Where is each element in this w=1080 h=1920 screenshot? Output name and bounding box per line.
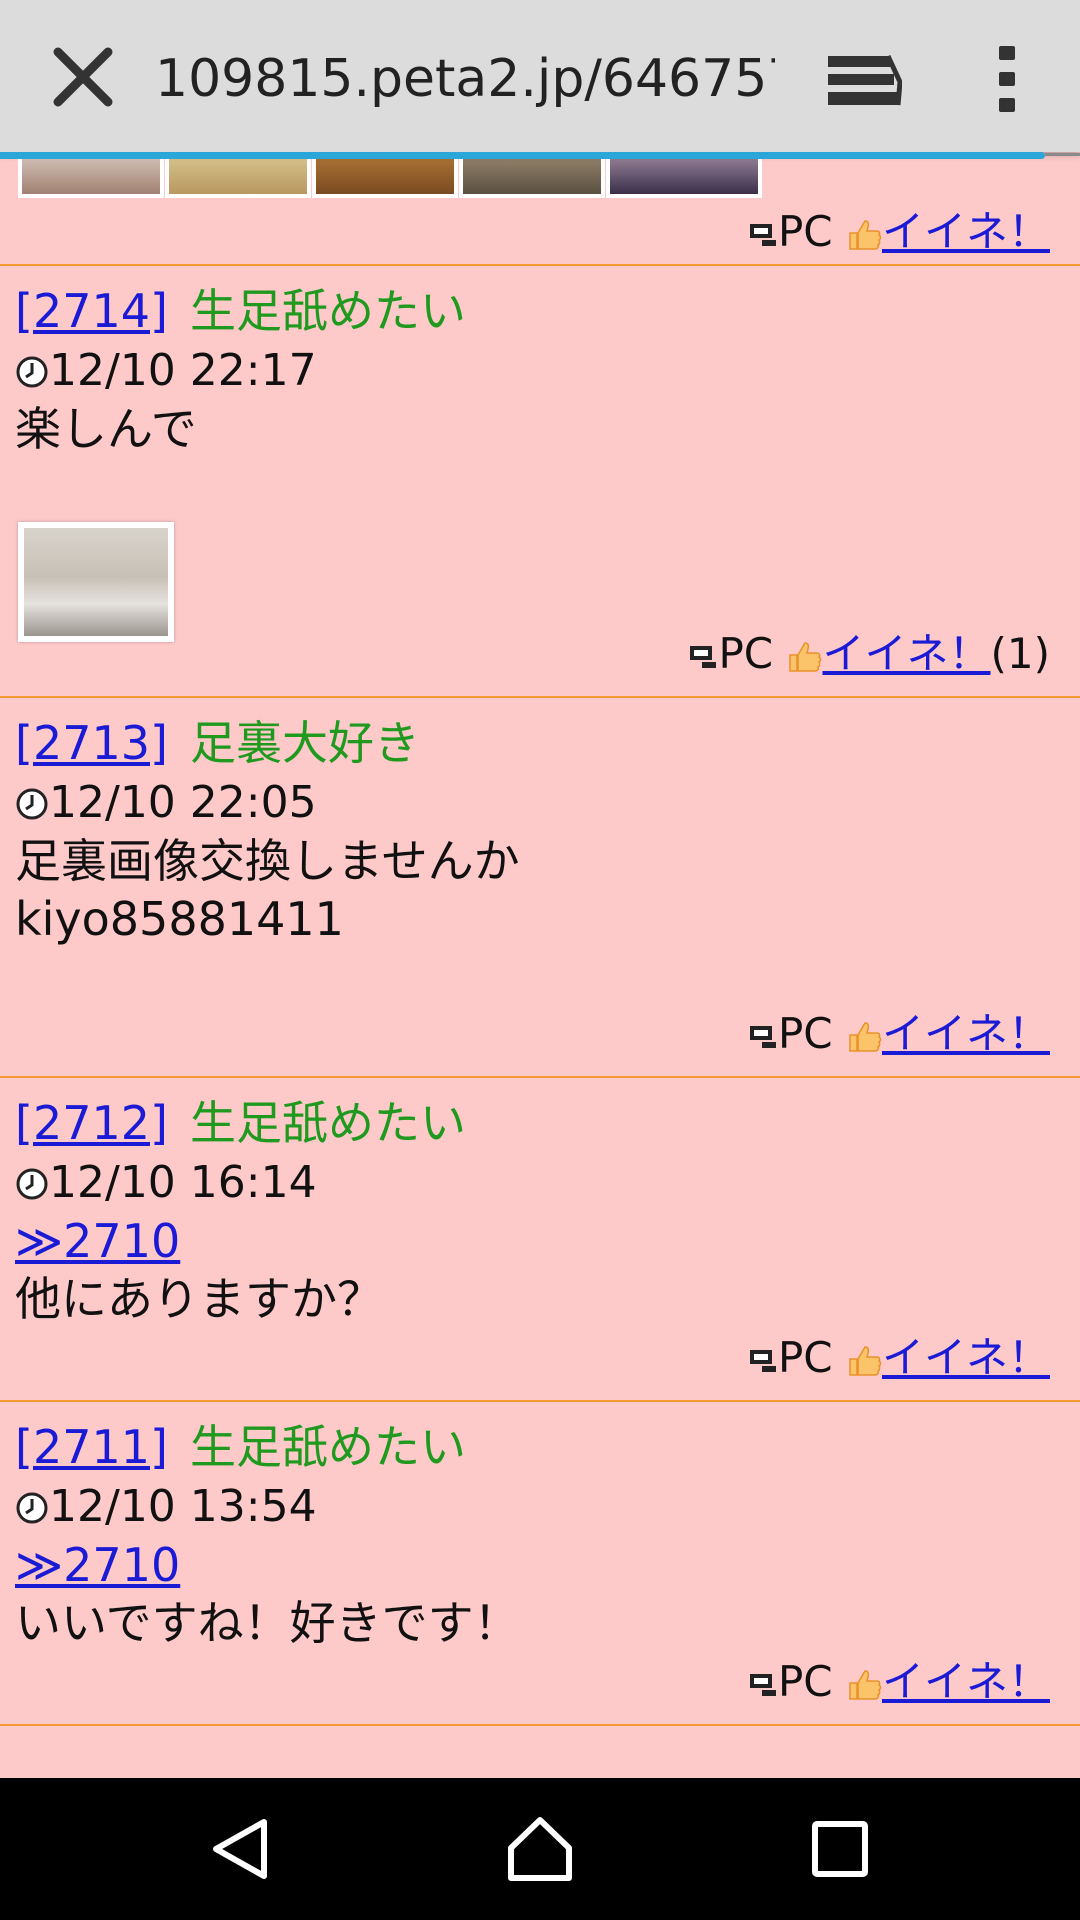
close-icon[interactable] [50, 44, 116, 110]
like-link[interactable]: イイネ！ [882, 1657, 1050, 1706]
post-timestamp: 12/10 13:54 [49, 1481, 317, 1532]
device-label: PC [777, 207, 833, 256]
pc-icon [690, 645, 717, 668]
pc-icon [749, 1025, 776, 1048]
post-footer: PC イイネ！ [0, 1002, 1080, 1066]
post-item: [2712] 生足舐めたい 12/10 16:14 ≫2710 他にありますか？ … [0, 1078, 1080, 1400]
poster-name: 生足舐めたい [189, 1096, 466, 1150]
more-vert-icon[interactable] [996, 44, 1018, 114]
device-label: PC [718, 629, 774, 678]
previous-post-thumbnails [0, 152, 1080, 200]
post-number-link[interactable]: [2712] [15, 1096, 168, 1150]
thumbs-up-icon [849, 1021, 882, 1052]
poster-name: 生足舐めたい [189, 1420, 466, 1474]
browser-toolbar: 109815.peta2.jp/646757.l [0, 0, 1080, 152]
system-nav-bar [0, 1778, 1080, 1920]
thumbs-up-icon [789, 641, 822, 672]
post-message: 楽しんで [15, 402, 197, 456]
post-divider [0, 1724, 1080, 1726]
device-label: PC [777, 1009, 833, 1058]
post-message: 他にありますか？ [15, 1272, 383, 1326]
pc-icon [749, 1349, 776, 1372]
post-number-link[interactable]: [2714] [15, 284, 168, 338]
clock-icon [16, 1492, 48, 1524]
pc-icon [749, 1673, 776, 1696]
like-link[interactable]: イイネ！ [822, 629, 990, 678]
tabs-icon[interactable] [826, 52, 902, 108]
post-timestamp: 12/10 22:17 [49, 345, 317, 396]
like-link[interactable]: イイネ！ [882, 207, 1050, 256]
device-label: PC [777, 1333, 833, 1382]
post-timestamp: 12/10 22:05 [49, 777, 317, 828]
back-icon[interactable] [206, 1814, 276, 1884]
post-footer: PC イイネ！ [0, 200, 1080, 264]
thumbs-up-icon [849, 1345, 882, 1376]
post-footer: PC イイネ！(1) [0, 622, 1080, 686]
post-number-link[interactable]: [2711] [15, 1420, 168, 1474]
recents-icon[interactable] [805, 1814, 875, 1884]
post-item: [2714] 生足舐めたい 12/10 22:17 楽しんで PC イイネ！(1) [0, 266, 1080, 696]
post-message: kiyo85881411 [15, 892, 344, 946]
home-icon[interactable] [505, 1814, 575, 1884]
post-item: [2713] 足裏大好き 12/10 22:05 足裏画像交換しませんか kiyo… [0, 698, 1080, 1076]
pc-icon [749, 223, 776, 246]
like-count: (1) [990, 629, 1051, 678]
poster-name: 生足舐めたい [189, 284, 466, 338]
thumbs-up-icon [849, 219, 882, 250]
clock-icon [16, 788, 48, 820]
reply-anchor-link[interactable]: ≫2710 [15, 1538, 180, 1592]
clock-icon [16, 356, 48, 388]
post-number-link[interactable]: [2713] [15, 716, 168, 770]
clock-icon [16, 1168, 48, 1200]
post-footer: PC イイネ！ [0, 1326, 1080, 1390]
url-bar[interactable]: 109815.peta2.jp/646757.l [155, 44, 775, 114]
reply-anchor-link[interactable]: ≫2710 [15, 1214, 180, 1268]
like-link[interactable]: イイネ！ [882, 1009, 1050, 1058]
page-load-progress [0, 152, 1045, 159]
post-message: 足裏画像交換しませんか [15, 834, 520, 888]
thumbs-up-icon [849, 1669, 882, 1700]
page-load-progress-track [1045, 153, 1080, 156]
post-footer: PC イイネ！ [0, 1650, 1080, 1714]
like-link[interactable]: イイネ！ [882, 1333, 1050, 1382]
thread-content: PC イイネ！ [2714] 生足舐めたい 12/10 22:17 楽しんで PC… [0, 152, 1080, 1726]
device-label: PC [777, 1657, 833, 1706]
post-item: [2711] 生足舐めたい 12/10 13:54 ≫2710 いいですね！好きで… [0, 1402, 1080, 1724]
post-timestamp: 12/10 16:14 [49, 1157, 317, 1208]
poster-name: 足裏大好き [189, 716, 420, 770]
post-message: いいですね！好きです！ [15, 1596, 520, 1650]
